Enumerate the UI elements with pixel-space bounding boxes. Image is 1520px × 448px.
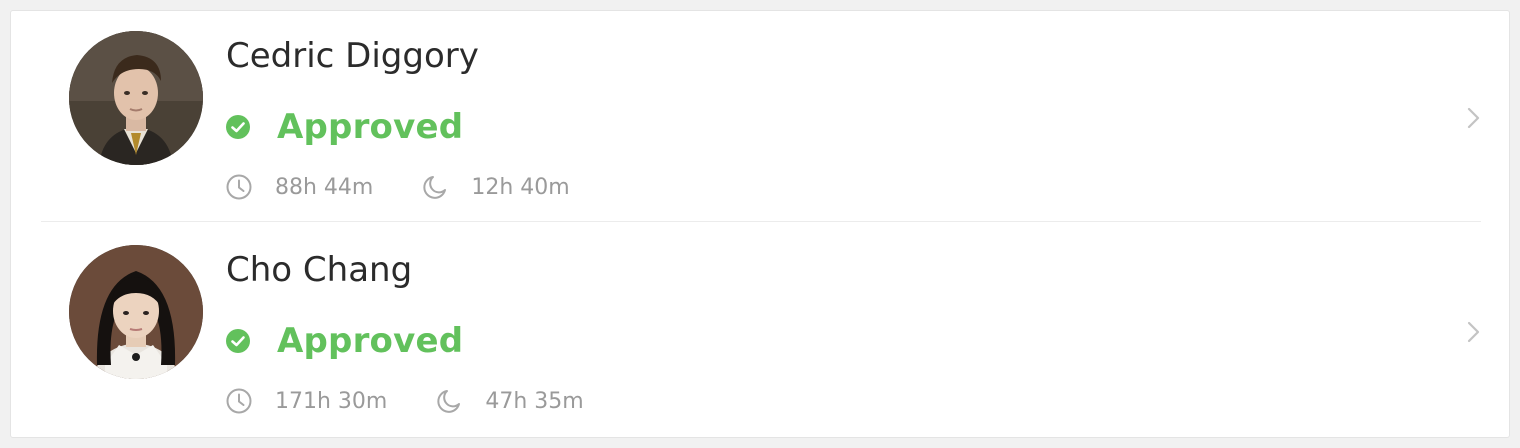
status-label: Approved	[277, 107, 464, 147]
status-row: Approved	[225, 107, 463, 147]
moon-icon	[423, 176, 447, 199]
chevron-right-icon[interactable]	[1461, 320, 1485, 344]
total-time-value: 171h 30m	[275, 388, 388, 414]
person-name: Cho Chang	[226, 250, 413, 290]
clock-icon	[226, 388, 252, 414]
check-circle-icon	[226, 329, 250, 353]
avatar-photo	[69, 245, 203, 379]
row-divider	[41, 221, 1481, 222]
check-circle-icon	[226, 115, 250, 139]
avatar	[69, 31, 203, 165]
status-row: Approved	[225, 321, 463, 361]
night-time-stat: 12h 40m	[421, 173, 570, 201]
night-time-value: 47h 35m	[485, 388, 584, 414]
person-name: Cedric Diggory	[226, 36, 479, 76]
night-time-stat: 47h 35m	[435, 387, 584, 415]
avatar	[69, 245, 203, 379]
avatar-photo	[69, 31, 203, 165]
night-time-value: 12h 40m	[471, 174, 570, 200]
list-item-cedric-diggory[interactable]: Cedric Diggory Approved 88h 44m 12h 40m	[11, 11, 1511, 225]
time-stats: 171h 30m 47h 35m	[225, 386, 584, 416]
moon-icon	[437, 390, 461, 413]
list-item-cho-chang[interactable]: Cho Chang Approved 171h 30m 47h 35m	[11, 225, 1511, 439]
status-label: Approved	[277, 321, 464, 361]
total-time-stat: 171h 30m	[225, 387, 387, 415]
chevron-right-icon[interactable]	[1461, 106, 1485, 130]
clock-icon	[226, 174, 252, 200]
people-list-card: Cedric Diggory Approved 88h 44m 12h 40m	[10, 10, 1510, 438]
total-time-stat: 88h 44m	[225, 173, 373, 201]
time-stats: 88h 44m 12h 40m	[225, 172, 570, 202]
total-time-value: 88h 44m	[275, 174, 374, 200]
